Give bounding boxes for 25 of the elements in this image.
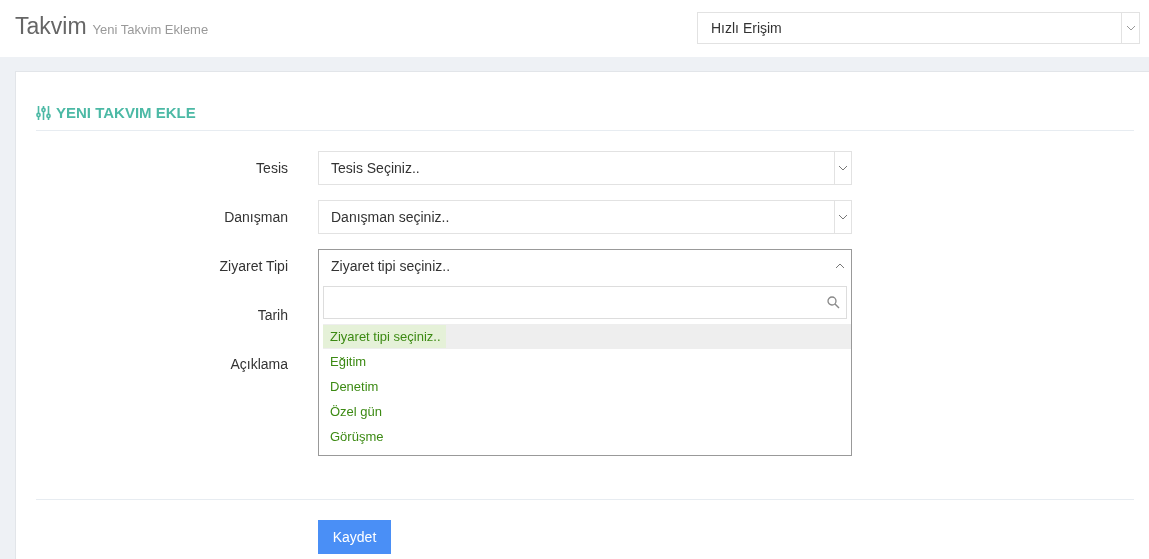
card-title: YENI TAKVIM EKLE [56,104,196,121]
search-field[interactable] [323,286,847,319]
sliders-icon [36,105,51,120]
field-label: Danışman [223,209,289,225]
field-label: Ziyaret Tipi [218,258,289,274]
dropdown-option[interactable]: Görüşme [323,425,389,448]
select-field[interactable]: Tesis Seçiniz.. [318,151,852,185]
search-icon [827,296,840,309]
page-title: Takvim [15,13,87,40]
chevron-down-icon [1125,24,1136,31]
field-label: Tesis [255,160,289,176]
save-button[interactable]: Kaydet [318,520,391,554]
chevron-down-icon [838,214,848,220]
dropdown-option[interactable]: Eğitim [323,350,372,373]
field-label: Tarih [256,307,289,323]
select-field[interactable]: Danışman seçiniz.. [318,200,852,234]
chevron-up-icon [835,263,845,269]
field-label: Açıklama [229,356,289,372]
select-field[interactable]: Ziyaret tipi seçiniz.. [318,249,852,283]
dropdown-option[interactable]: Denetim [323,375,384,398]
page-subtitle: Yeni Takvim Ekleme [92,22,209,37]
quick-access-select[interactable]: Hızlı Erişim [697,11,1140,44]
chevron-down-icon [838,165,848,171]
dropdown-option[interactable]: Ziyaret tipi seçiniz.. [323,325,446,348]
dropdown-option[interactable]: Özel gün [323,400,388,423]
